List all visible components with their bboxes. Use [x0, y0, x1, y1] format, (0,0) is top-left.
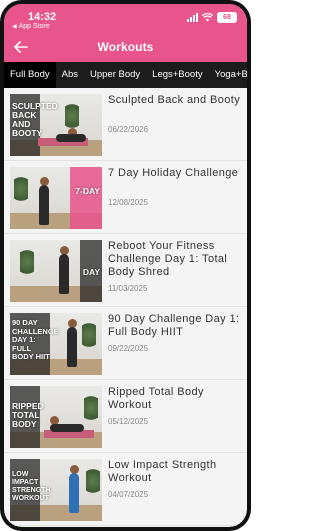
battery-icon: 68: [217, 12, 237, 23]
workout-date: 04/07/2025: [108, 490, 149, 499]
workout-thumbnail: 7-DAY: [10, 167, 102, 229]
nav-bar: Workouts: [4, 32, 247, 62]
workout-title: 90 Day Challenge Day 1: Full Body HIIT: [108, 313, 240, 338]
category-tabs: Full Body Abs Upper Body Legs+Booty Yoga…: [4, 62, 247, 88]
workout-title: Sculpted Back and Booty: [108, 94, 241, 106]
status-bar: 14:32 ◀ App Store 68: [4, 4, 247, 32]
phone-frame: 14:32 ◀ App Store 68 Workouts Full Body …: [0, 0, 251, 531]
workout-thumbnail: LOW IMPACT STRENGTH WORKOUT: [10, 459, 102, 521]
workout-title: Ripped Total Body Workout: [108, 386, 204, 411]
workout-title: Reboot Your Fitness Challenge Day 1: Tot…: [108, 240, 228, 278]
back-to-app-store[interactable]: ◀ App Store: [12, 23, 50, 30]
workout-date: 11/03/2025: [108, 284, 148, 293]
tab-full-body[interactable]: Full Body: [4, 62, 56, 88]
status-time: 14:32: [28, 11, 57, 23]
workout-item[interactable]: 90 DAY CHALLENGE DAY 1: FULL BODY HIIT 9…: [4, 307, 247, 380]
workout-thumbnail: 90 DAY CHALLENGE DAY 1: FULL BODY HIIT: [10, 313, 102, 375]
back-to-app-label: App Store: [18, 23, 50, 30]
workout-title: Low Impact Strength Workout: [108, 459, 217, 484]
status-icons: 68: [187, 12, 237, 23]
tab-legs-booty[interactable]: Legs+Booty: [146, 62, 208, 88]
workout-item[interactable]: SCULPTED BACK AND BOOTY Sculpted Back an…: [4, 88, 247, 161]
thumbnail-text: RIPPED TOTAL BODY: [12, 401, 44, 429]
tab-yoga-barre[interactable]: Yoga+Barre: [209, 62, 247, 88]
workout-item[interactable]: 7-DAY 7 Day Holiday Challenge 12/08/2025: [4, 161, 247, 234]
workout-item[interactable]: LOW IMPACT STRENGTH WORKOUT Low Impact S…: [4, 453, 247, 526]
workout-title: 7 Day Holiday Challenge: [108, 167, 239, 179]
thumbnail-text: DAY: [82, 267, 100, 277]
app-screen: 14:32 ◀ App Store 68 Workouts Full Body …: [4, 4, 247, 527]
page-title: Workouts: [97, 40, 154, 54]
cellular-signal-icon: [187, 13, 198, 22]
workout-item[interactable]: RIPPED TOTAL BODY Ripped Total Body Work…: [4, 380, 247, 453]
tab-upper-body[interactable]: Upper Body: [84, 62, 146, 88]
workout-thumbnail: SCULPTED BACK AND BOOTY: [10, 94, 102, 156]
thumbnail-text: 90 DAY CHALLENGE DAY 1: FULL BODY HIIT: [12, 318, 59, 361]
workout-date: 09/22/2025: [108, 344, 149, 353]
thumbnail-text: 7-DAY: [75, 186, 100, 196]
back-triangle-icon: ◀: [12, 24, 17, 30]
workout-date: 06/22/2026: [108, 125, 149, 134]
thumbnail-text: SCULPTED BACK AND BOOTY: [12, 101, 58, 138]
workout-date: 05/12/2025: [108, 417, 149, 426]
workout-item[interactable]: DAY Reboot Your Fitness Challenge Day 1:…: [4, 234, 247, 307]
wifi-icon: [202, 13, 213, 22]
workout-thumbnail: DAY: [10, 240, 102, 302]
workout-thumbnail: RIPPED TOTAL BODY: [10, 386, 102, 448]
thumbnail-text: LOW IMPACT STRENGTH WORKOUT: [12, 471, 51, 502]
tab-abs[interactable]: Abs: [56, 62, 84, 88]
workout-date: 12/08/2025: [108, 198, 149, 207]
